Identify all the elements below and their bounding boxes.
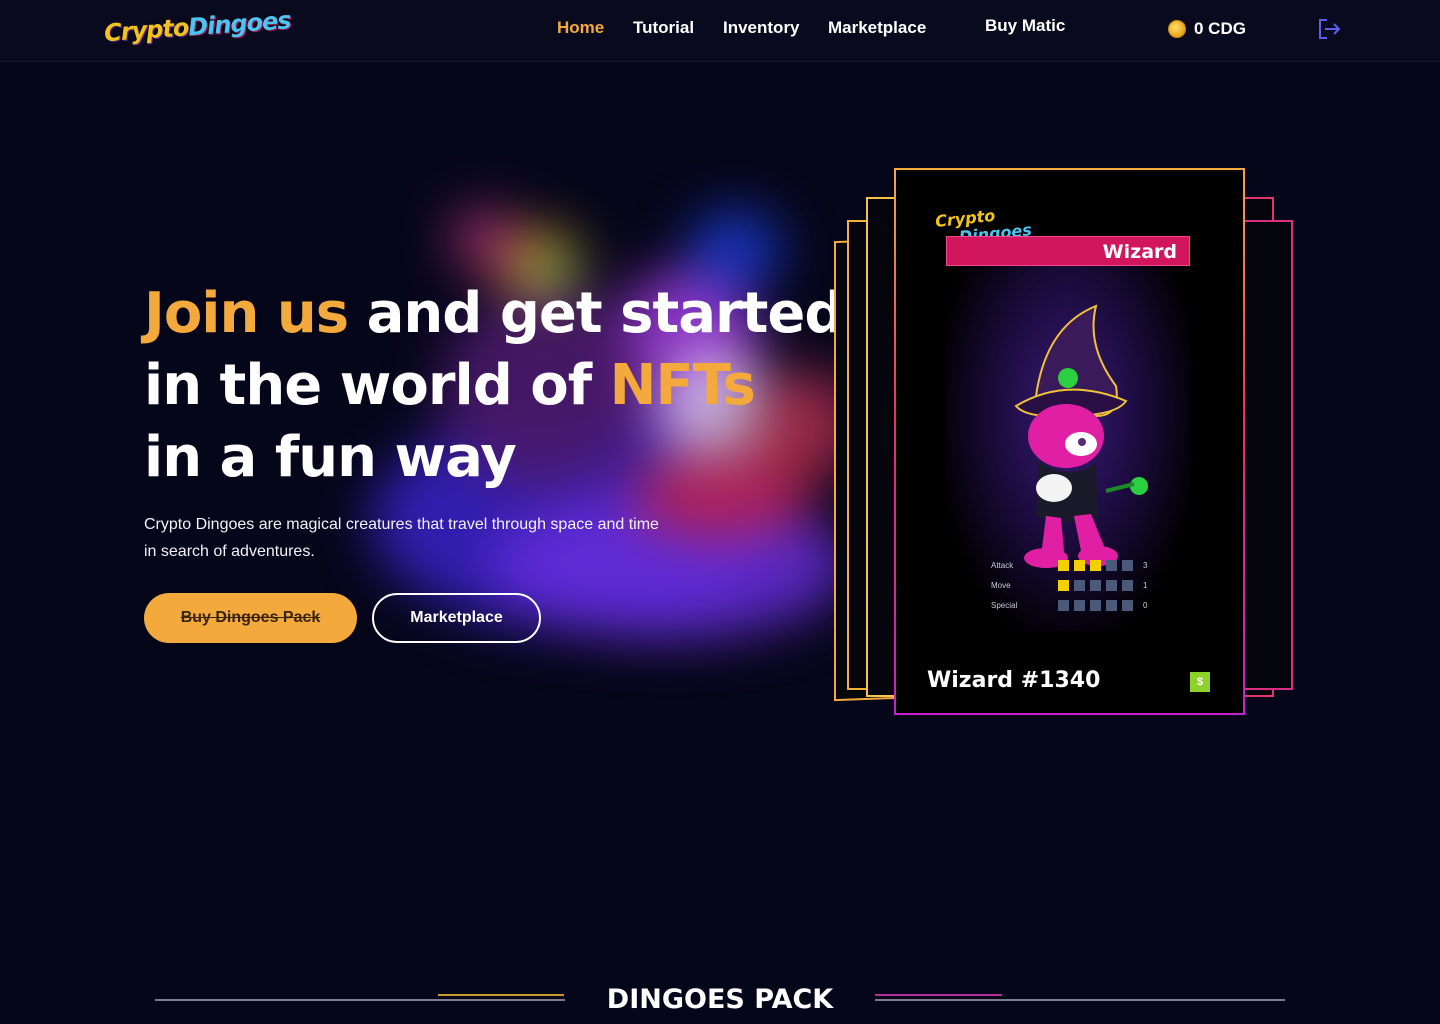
stat-square-special-2 [1074,600,1085,611]
stat-square-move-1 [1058,580,1069,591]
nav-inventory[interactable]: Inventory [723,18,800,38]
top-navbar: CryptoDingoes Home Tutorial Inventory Ma… [0,0,1440,62]
stat-square-attack-3 [1090,560,1101,571]
section-divider-right-accent [875,994,1002,996]
stat-square-attack-2 [1074,560,1085,571]
stat-square-attack-5 [1122,560,1133,571]
nav-home[interactable]: Home [557,18,604,38]
card-title: Wizard #1340 [927,668,1101,693]
stat-value-move: 1 [1143,581,1148,590]
hero-headline: Join us and get started in the world of … [144,281,845,490]
stat-square-attack-1 [1058,560,1069,571]
stat-label-move: Move [991,581,1011,590]
dollar-badge-icon: $ [1190,672,1210,692]
hero-description: Crypto Dingoes are magical creatures tha… [144,516,659,560]
wizard-character-illustration [1014,304,1148,568]
section-divider-right [875,999,1285,1001]
stat-square-special-5 [1122,600,1133,611]
stat-value-attack: 3 [1143,561,1148,570]
nav-marketplace[interactable]: Marketplace [828,18,926,38]
stat-square-special-1 [1058,600,1069,611]
card-class-label: Wizard [1102,241,1177,263]
nav-tutorial[interactable]: Tutorial [633,18,694,38]
card-class-band: Wizard [946,236,1190,266]
stat-square-special-4 [1106,600,1117,611]
stat-value-special: 0 [1143,601,1148,610]
stat-square-attack-4 [1106,560,1117,571]
stat-square-move-3 [1090,580,1101,591]
stat-label-special: Special [991,601,1018,610]
stat-square-move-2 [1074,580,1085,591]
wizard-character-art [946,266,1190,631]
stat-square-move-4 [1106,580,1117,591]
card-back-right-2 [1240,220,1293,690]
nft-card[interactable]: Crypto Dingoes Wizard Attack Move Specia… [894,168,1245,715]
buy-dingoes-pack-button[interactable]: Buy Dingoes Pack [144,593,357,643]
cdg-balance: 0 CDG [1194,19,1246,38]
stat-square-special-3 [1090,600,1101,611]
stat-square-move-5 [1122,580,1133,591]
coin-icon [1168,20,1186,38]
nav-buy-matic[interactable]: Buy Matic [985,16,1065,36]
marketplace-button[interactable]: Marketplace [372,593,541,643]
stat-label-attack: Attack [991,561,1014,570]
logout-icon[interactable] [1316,16,1342,42]
